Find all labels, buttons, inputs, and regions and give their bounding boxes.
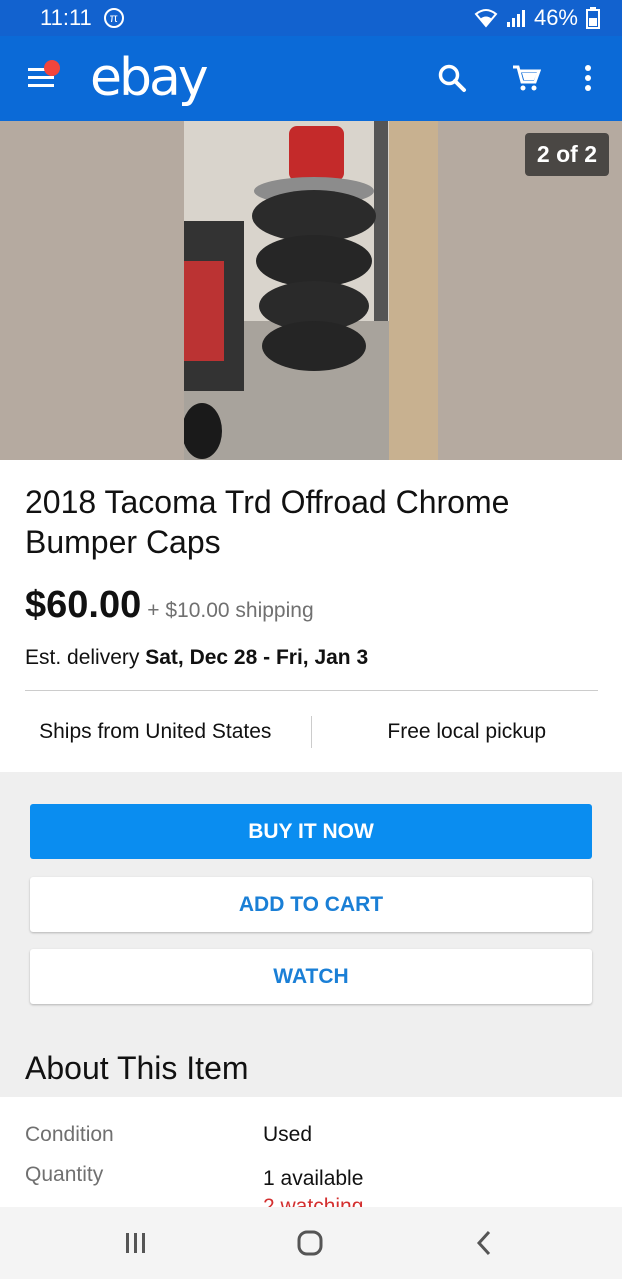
image-counter: 2 of 2 [524, 133, 609, 176]
delivery-dates: Sat, Dec 28 - Fri, Jan 3 [145, 646, 369, 669]
battery-percent: 46% [533, 5, 578, 30]
app-bar: ebay [0, 36, 622, 121]
search-icon[interactable] [434, 60, 470, 96]
shipping-info-row: Ships from United States Free local pick… [0, 715, 622, 749]
menu-icon[interactable] [26, 60, 60, 92]
more-vert-icon[interactable] [570, 60, 606, 96]
estimated-delivery: Est. delivery Sat, Dec 28 - Fri, Jan 3 [25, 646, 368, 670]
divider [25, 690, 598, 691]
status-bar: 11:11 π 46% [0, 0, 622, 36]
home-icon[interactable] [290, 1227, 330, 1259]
signal-icon [506, 10, 525, 27]
listing-info: 2018 Tacoma Trd Offroad Chrome Bumper Ca… [0, 460, 622, 772]
wifi-icon [474, 9, 498, 28]
buy-it-now-button[interactable]: BUY IT NOW [30, 804, 592, 859]
watch-button[interactable]: WATCH [30, 949, 592, 1004]
battery-icon [586, 7, 600, 29]
delivery-label: Est. delivery [25, 646, 140, 669]
back-icon[interactable] [464, 1227, 504, 1259]
price: $60.00 [25, 584, 142, 626]
about-heading: About This Item [25, 1050, 249, 1086]
system-nav-bar [0, 1207, 622, 1279]
recent-apps-icon[interactable] [116, 1227, 156, 1259]
item-photo[interactable] [184, 121, 438, 460]
watching-count: 2 watching [263, 1195, 364, 1207]
about-section: Condition Used Quantity 1 available 2 wa… [0, 1097, 622, 1207]
local-pickup: Free local pickup [387, 720, 547, 743]
status-time: 11:11 [40, 5, 92, 30]
price-row: $60.00 + $10.00 shipping [25, 584, 314, 627]
listing-title: 2018 Tacoma Trd Offroad Chrome Bumper Ca… [25, 484, 510, 560]
quantity-value: 1 available [263, 1167, 364, 1190]
quantity-label: Quantity [25, 1163, 104, 1186]
condition-value: Used [263, 1123, 313, 1146]
pi-notification-icon: π [103, 8, 124, 28]
add-to-cart-button[interactable]: ADD TO CART [30, 877, 592, 932]
condition-label: Condition [25, 1123, 114, 1146]
shipping-cost: + $10.00 shipping [147, 599, 314, 622]
ships-from: Ships from United States [39, 720, 272, 743]
cart-icon[interactable] [508, 60, 544, 96]
ebay-logo[interactable]: ebay [90, 48, 209, 108]
image-gallery[interactable]: 2 of 2 [0, 121, 622, 460]
notification-dot [44, 60, 60, 76]
